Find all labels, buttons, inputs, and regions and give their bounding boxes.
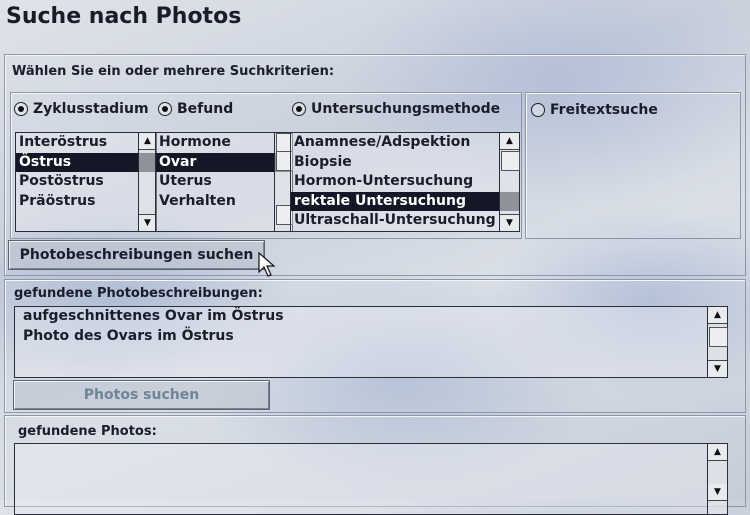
arrow-down-icon[interactable]: ▼ [139, 214, 156, 231]
arrow-up-icon[interactable]: ▲ [500, 133, 519, 150]
scrollbar[interactable]: ▲ ▼ [138, 133, 156, 231]
list-item[interactable]: Hormon-Untersuchung [291, 172, 519, 192]
list-item[interactable]: Anamnese/Adspektion [291, 133, 519, 153]
scrollbar[interactable]: ▲ ▼ [499, 133, 520, 231]
arrow-up-icon[interactable]: ▲ [708, 307, 727, 324]
list-item[interactable]: Verhalten [156, 192, 292, 212]
list-item[interactable]: Ultraschall-Untersuchung [291, 211, 519, 231]
arrow-up-icon[interactable]: ▲ [139, 133, 156, 150]
list-item-selected[interactable]: Östrus [16, 152, 156, 172]
list-item[interactable]: Präöstrus [16, 192, 156, 212]
list-item[interactable]: Interöstrus [16, 133, 156, 153]
search-descriptions-button[interactable]: Photobeschreibungen suchen [8, 240, 265, 270]
photos-heading: gefundene Photos: [18, 424, 157, 439]
scrollbar-thumb[interactable] [501, 151, 520, 171]
list-item-selected[interactable]: rektale Untersuchung [291, 191, 519, 211]
list-item[interactable]: Biopsie [291, 153, 519, 173]
list-item-selected[interactable]: Ovar [156, 152, 292, 172]
arrow-up-icon[interactable]: ▲ [708, 444, 727, 461]
list-item[interactable]: Postöstrus [16, 172, 156, 192]
descriptions-heading: gefundene Photobeschreibungen: [14, 286, 263, 301]
listbox-befund[interactable]: Hormone Ovar Uterus Verhalten [155, 132, 293, 232]
list-item[interactable]: Uterus [156, 172, 292, 192]
list-item[interactable]: Hormone [156, 133, 292, 153]
window-title: Suche nach Photos [6, 4, 242, 29]
scrollbar[interactable]: ▲ ▼ [707, 307, 728, 377]
descriptions-list[interactable]: aufgeschnittenes Ovar im Östrus Photo de… [14, 306, 728, 378]
list-item[interactable]: Photo des Ovars im Östrus [15, 327, 727, 347]
criteria-heading: Wählen Sie ein oder mehrere Suchkriterie… [12, 64, 335, 79]
scrollbar[interactable]: ▲ ▼ [707, 444, 727, 514]
listbox-untersuchungsmethode[interactable]: Anamnese/Adspektion Biopsie Hormon-Unter… [290, 132, 520, 232]
mouse-pointer-icon [258, 251, 276, 277]
arrow-down-icon[interactable]: ▼ [500, 214, 519, 231]
photos-list[interactable]: ▲ ▼ [14, 443, 728, 515]
arrow-down-icon[interactable]: ▼ [708, 360, 727, 377]
list-item[interactable]: aufgeschnittenes Ovar im Östrus [15, 307, 727, 327]
freitext-group [525, 92, 741, 239]
scrollbar-thumb[interactable] [709, 327, 728, 347]
arrow-down-icon[interactable]: ▼ [708, 484, 727, 501]
listbox-zyklusstadium[interactable]: Interöstrus Östrus Postöstrus Präöstrus … [15, 132, 157, 232]
search-photos-button[interactable]: Photos suchen [13, 380, 270, 410]
